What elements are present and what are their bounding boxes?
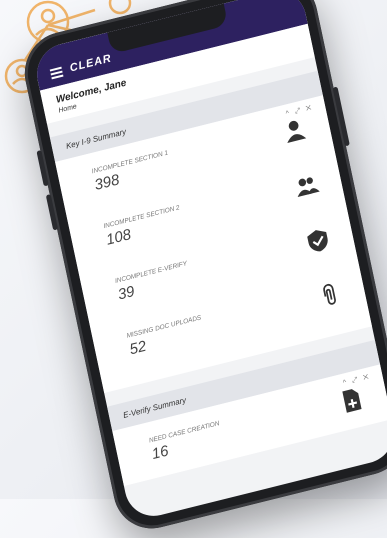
paperclip-icon [323, 283, 336, 305]
group-icon [297, 177, 320, 198]
phone-mockup: CLEAR Welcome, Jane Home Key I-9 Summary… [17, 0, 387, 537]
phone-screen: CLEAR Welcome, Jane Home Key I-9 Summary… [31, 0, 387, 523]
add-document-icon [342, 389, 362, 413]
brand-logo: CLEAR [68, 52, 113, 75]
person-icon [287, 120, 307, 144]
shield-check-icon [307, 230, 328, 252]
menu-icon[interactable] [49, 66, 64, 80]
